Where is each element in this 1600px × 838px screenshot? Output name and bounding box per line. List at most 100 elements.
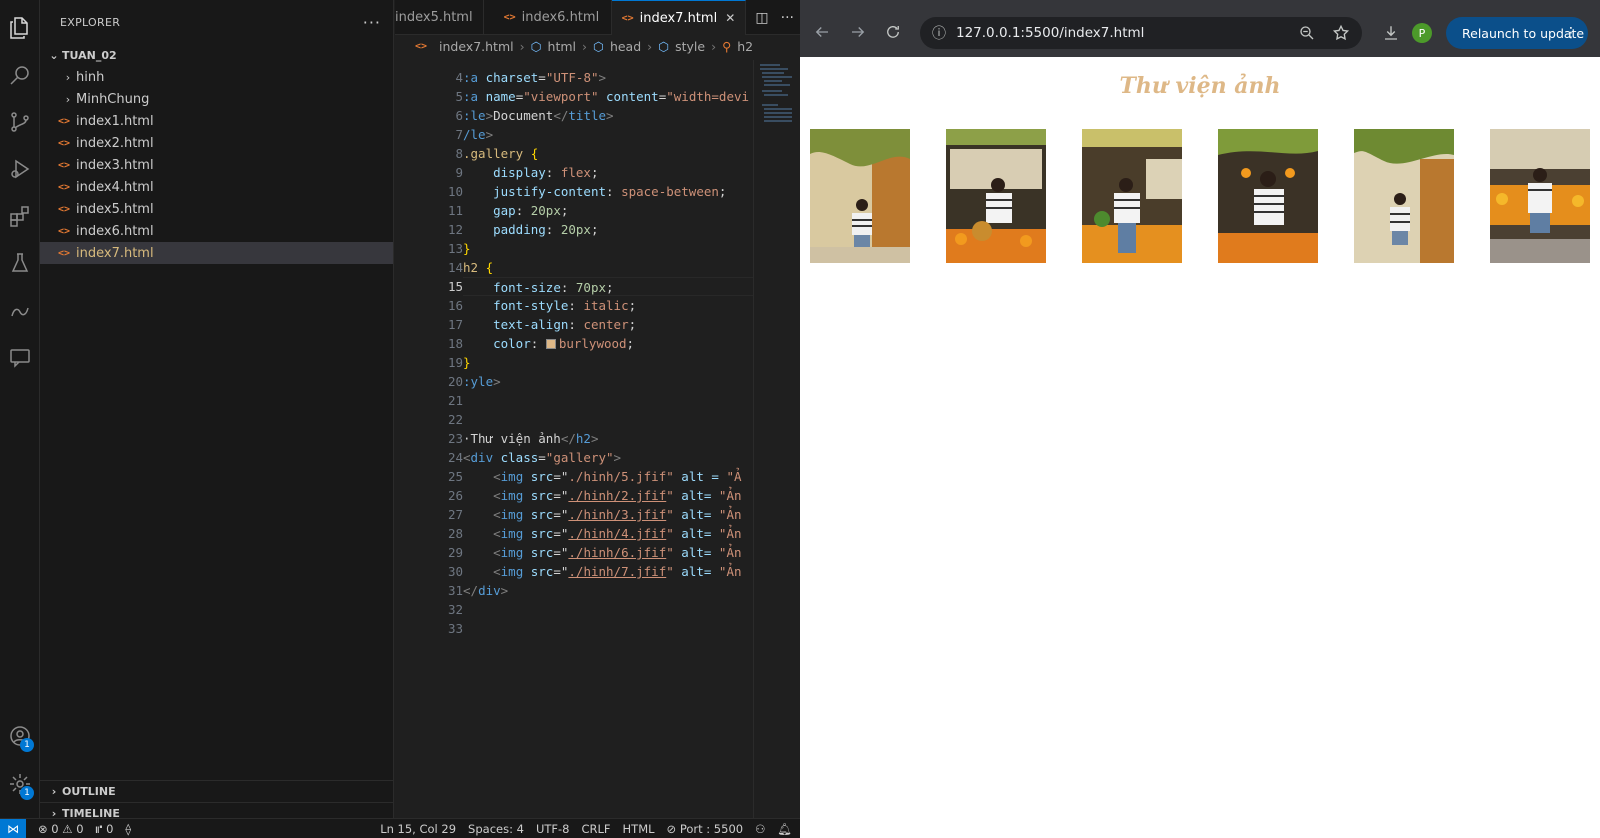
folder-label: hinh xyxy=(76,69,105,85)
zoom-icon[interactable] xyxy=(1298,24,1316,46)
breadcrumb-separator-icon: › xyxy=(711,38,717,54)
element-icon: ⬡ xyxy=(530,38,542,54)
code-line: </div> xyxy=(463,583,509,598)
gallery-photo xyxy=(810,129,910,263)
close-icon[interactable]: ✕ xyxy=(725,11,735,25)
accounts-status-icon[interactable]: ⚇ xyxy=(755,822,765,836)
html-file-icon: <> xyxy=(503,12,516,23)
line-number: 31 xyxy=(447,583,463,598)
chat-icon[interactable] xyxy=(4,341,36,373)
forward-icon[interactable] xyxy=(848,22,868,42)
code-line: <img src="./hinh/2.jfif" alt= "Ản xyxy=(493,488,742,503)
folder-minhchung[interactable]: › MinhChung xyxy=(40,88,393,110)
file-index3[interactable]: <> index3.html xyxy=(40,154,393,176)
breadcrumb-item[interactable]: head xyxy=(610,39,641,54)
html-file-icon: <> xyxy=(58,203,71,215)
code-line: :yle> xyxy=(463,374,501,389)
source-control-icon[interactable] xyxy=(4,106,36,138)
line-number: 28 xyxy=(447,526,463,541)
copilot-icon[interactable]: ⟠ xyxy=(125,822,131,836)
menu-dots-icon[interactable]: ⋮ xyxy=(1564,25,1578,41)
breadcrumb-item[interactable]: style xyxy=(675,39,705,54)
chevron-right-icon: › xyxy=(51,785,57,798)
explorer-header: EXPLORER ··· xyxy=(40,0,393,44)
settings-gear-icon[interactable]: 1 xyxy=(4,768,36,800)
back-icon[interactable] xyxy=(812,22,832,42)
remote-explorer-icon[interactable] xyxy=(4,294,36,326)
indentation[interactable]: Spaces: 4 xyxy=(468,822,524,836)
breadcrumb-separator-icon: › xyxy=(519,38,525,54)
code-line: padding: 20px; xyxy=(493,222,599,237)
cursor-position[interactable]: Ln 15, Col 29 xyxy=(380,822,456,836)
file-label: index7.html xyxy=(76,245,154,261)
line-number: 25 xyxy=(447,469,463,484)
line-number: 32 xyxy=(447,602,463,617)
code-line: } xyxy=(463,241,471,256)
relaunch-button[interactable]: Relaunch to update ⋮ xyxy=(1446,17,1588,49)
code-line: gap: 20px; xyxy=(493,203,569,218)
chevron-right-icon: › xyxy=(65,92,71,106)
language-mode[interactable]: HTML xyxy=(623,822,655,836)
line-number: 10 xyxy=(447,184,463,199)
file-index5[interactable]: <> index5.html xyxy=(40,198,393,220)
file-index2[interactable]: <> index2.html xyxy=(40,132,393,154)
extensions-icon[interactable] xyxy=(4,200,36,232)
breadcrumb-item[interactable]: h2 xyxy=(737,39,753,54)
code-line: .gallery { xyxy=(463,146,539,161)
gallery-photo xyxy=(1082,129,1182,263)
code-line: color: burlywood; xyxy=(493,336,635,351)
outline-section[interactable]: › OUTLINE xyxy=(40,780,394,802)
ports-indicator[interactable]: ⑈ 0 xyxy=(96,822,114,836)
problems-indicator[interactable]: ⊗ 0 ⚠ 0 xyxy=(38,822,84,836)
testing-icon[interactable] xyxy=(4,247,36,279)
line-number: 30 xyxy=(447,564,463,579)
more-actions-icon[interactable]: ··· xyxy=(781,10,794,26)
explorer-icon[interactable] xyxy=(4,12,36,44)
file-index1[interactable]: <> index1.html xyxy=(40,110,393,132)
download-icon[interactable] xyxy=(1382,24,1400,46)
file-index7[interactable]: <> index7.html xyxy=(40,242,393,264)
tab-label: index7.html xyxy=(639,10,718,26)
tab-index5[interactable]: index5.html xyxy=(395,0,484,35)
encoding[interactable]: UTF-8 xyxy=(536,822,570,836)
settings-badge: 1 xyxy=(20,786,34,800)
chevron-right-icon: › xyxy=(65,70,71,84)
breadcrumb-item[interactable]: html xyxy=(548,39,576,54)
accounts-icon[interactable]: 1 xyxy=(4,720,36,752)
search-icon[interactable] xyxy=(4,59,36,91)
site-info-icon[interactable]: ⓘ xyxy=(932,23,946,43)
html-file-icon: <> xyxy=(58,115,71,127)
project-root[interactable]: ⌄ TUAN_02 xyxy=(40,44,393,66)
gallery-photo xyxy=(1490,129,1590,263)
line-ending[interactable]: CRLF xyxy=(581,822,610,836)
notifications-icon[interactable]: 🔔︎ xyxy=(777,822,792,836)
status-bar: ⋈ ⊗ 0 ⚠ 0 ⑈ 0 ⟠ Ln 15, Col 29 Spaces: 4 … xyxy=(0,818,800,838)
editor-actions: ◫ ··· xyxy=(755,0,794,35)
remote-indicator-icon[interactable]: ⋈ xyxy=(0,818,26,838)
tab-index6[interactable]: <> index6.html xyxy=(484,0,612,35)
code-line: :a name="viewport" content="width=devi xyxy=(463,89,750,104)
bookmark-star-icon[interactable] xyxy=(1332,24,1350,46)
reload-icon[interactable] xyxy=(883,22,903,42)
minimap[interactable] xyxy=(753,60,795,820)
breadcrumb-item[interactable]: index7.html xyxy=(439,39,514,54)
file-index6[interactable]: <> index6.html xyxy=(40,220,393,242)
run-debug-icon[interactable] xyxy=(4,153,36,185)
html-file-icon: <> xyxy=(58,137,71,149)
more-actions-icon[interactable]: ··· xyxy=(363,13,381,32)
html-file-icon: <> xyxy=(58,225,71,237)
code-line: font-style: italic; xyxy=(493,298,637,313)
code-view[interactable]: :a charset="UTF-8"> :a name="viewport" c… xyxy=(463,68,753,600)
line-number: 6 xyxy=(455,108,463,123)
tab-index7[interactable]: <> index7.html ✕ xyxy=(611,0,747,35)
breadcrumb-separator-icon: › xyxy=(647,38,653,54)
split-editor-icon[interactable]: ◫ xyxy=(755,10,768,26)
live-server-port[interactable]: ⊘ Port : 5500 xyxy=(667,822,744,836)
folder-hinh[interactable]: › hinh xyxy=(40,66,393,88)
address-bar[interactable]: ⓘ 127.0.0.1:5500/index7.html xyxy=(920,17,1362,49)
color-swatch[interactable] xyxy=(545,339,556,349)
file-index4[interactable]: <> index4.html xyxy=(40,176,393,198)
folder-label: MinhChung xyxy=(76,91,150,107)
code-line: ·Thư viện ảnh</h2> xyxy=(463,431,599,446)
profile-avatar[interactable]: P xyxy=(1412,23,1432,43)
